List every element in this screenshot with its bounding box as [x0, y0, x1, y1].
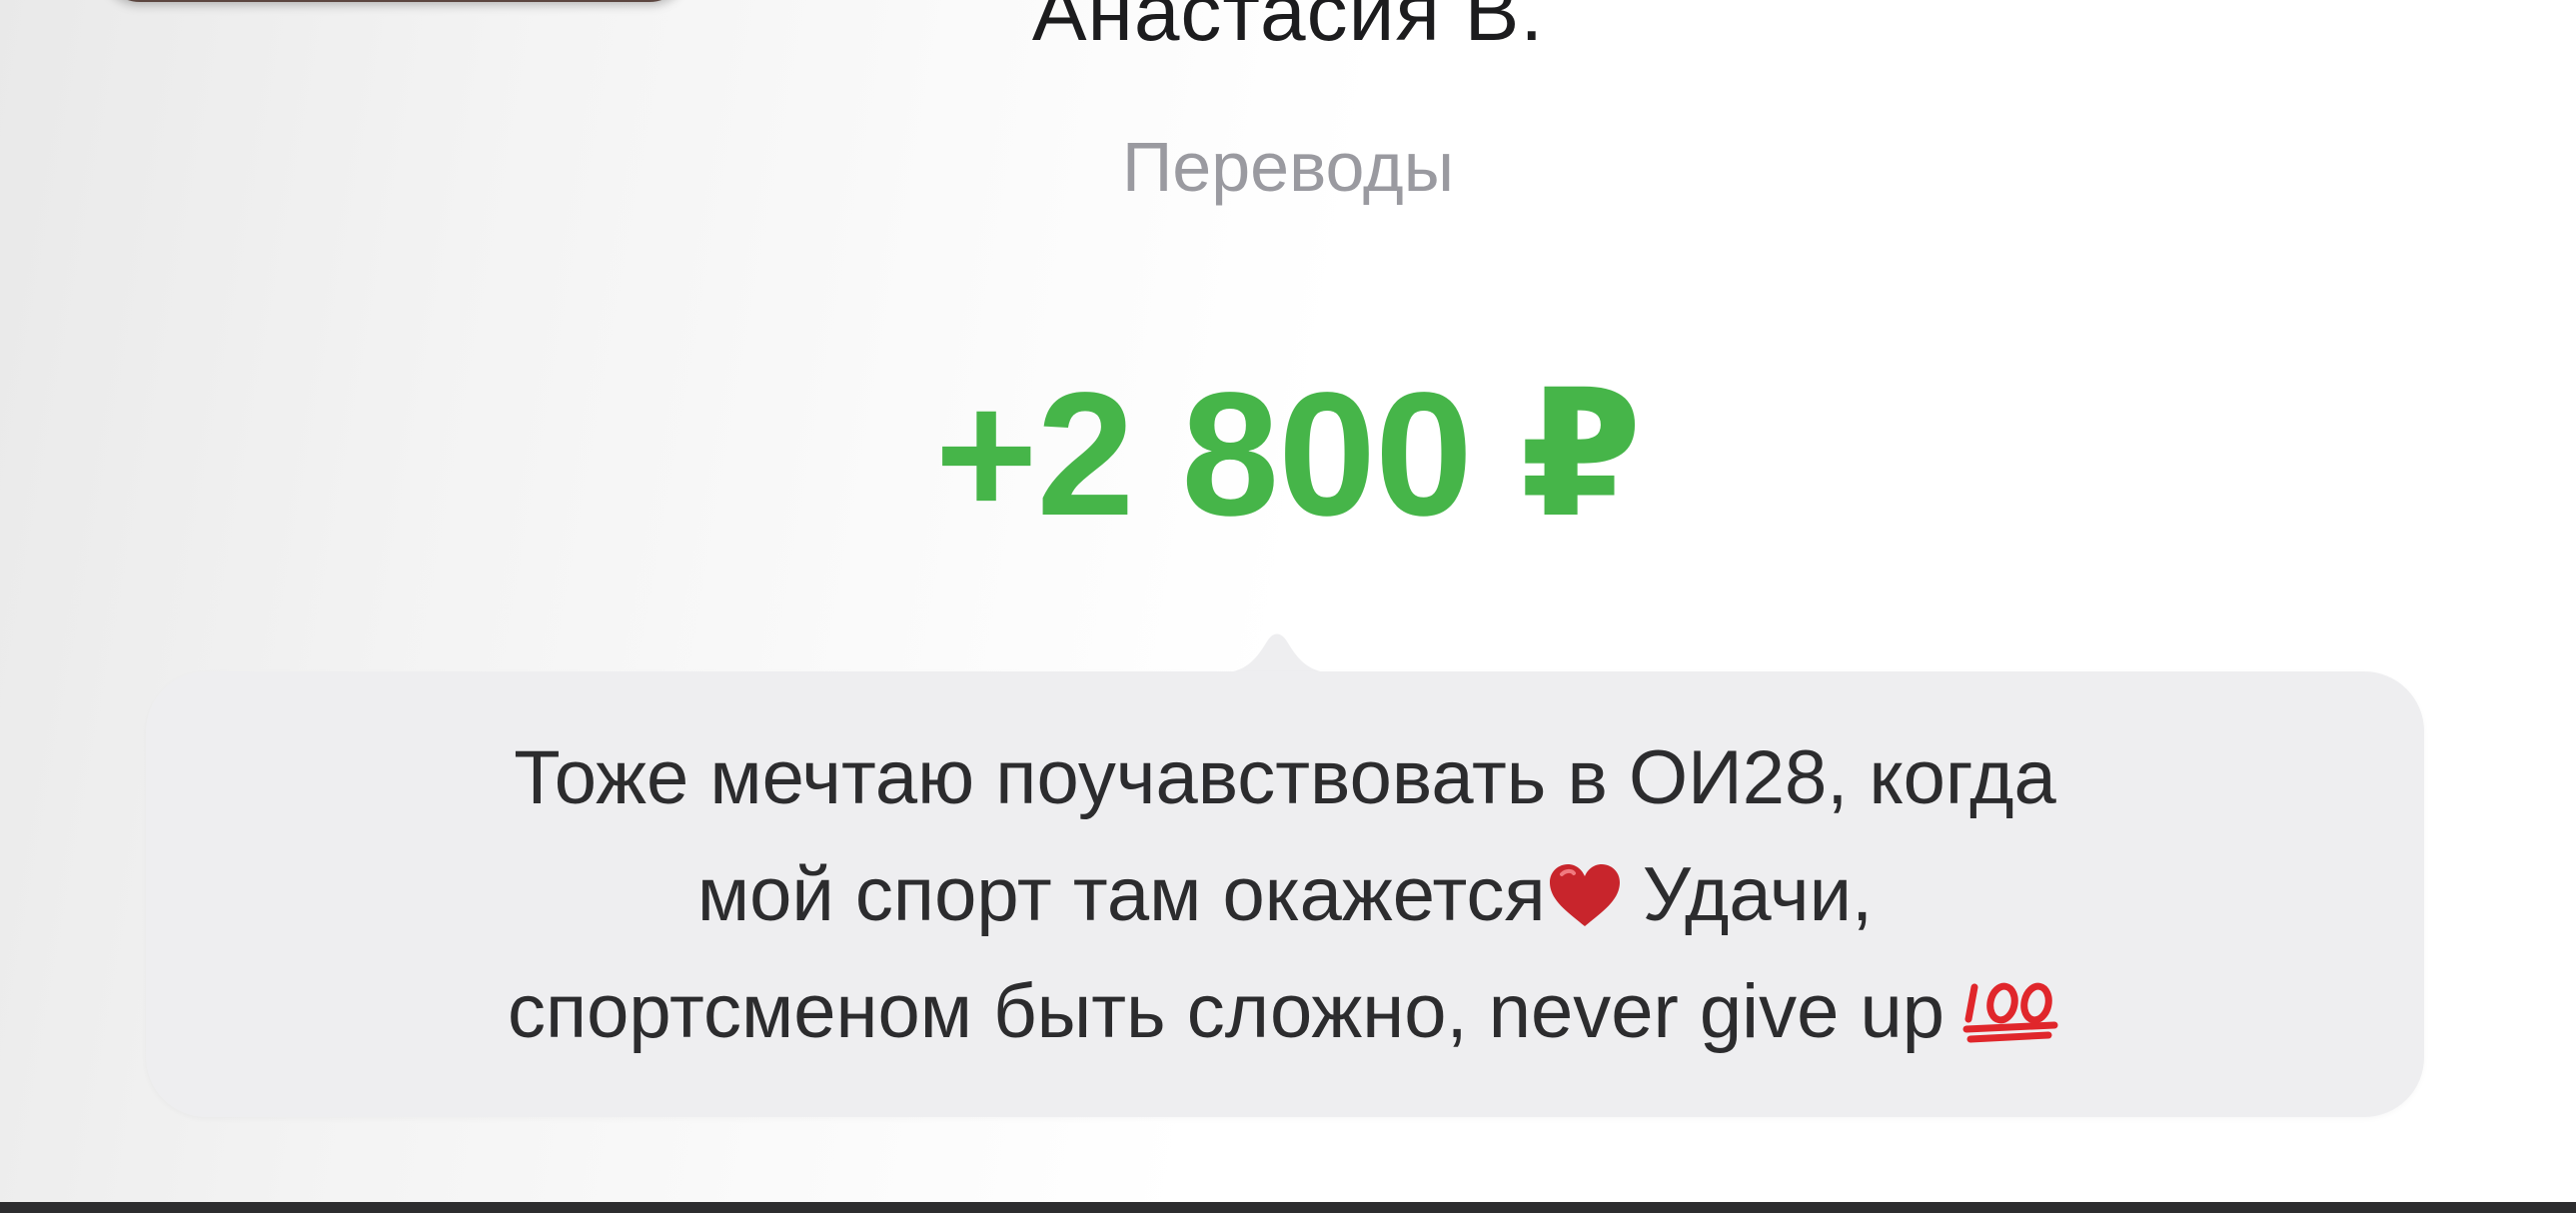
message-line-2: мой спорт там окажется Удачи,: [146, 836, 2424, 953]
message-line-3: спортсменом быть сложно, never give up: [146, 953, 2424, 1070]
message-bubble-tail: [1217, 611, 1337, 673]
message-line-3-text: спортсменом быть сложно, never give up: [508, 969, 1944, 1054]
transaction-category: Переводы: [1121, 128, 1455, 206]
message-line-1: Тоже мечтаю поучавствовать в ОИ28, когда: [514, 735, 2056, 820]
bottom-bar: [0, 1202, 2576, 1213]
transaction-amount: +2 800 ₽: [934, 357, 1643, 553]
message-text: Тоже мечтаю поучавствовать в ОИ28, когда…: [146, 719, 2424, 1070]
heart-icon: [1549, 864, 1620, 926]
transfer-details-screen: Анастасия В. Переводы +2 800 ₽ Тоже мечт…: [0, 0, 2576, 1213]
message-line-2-text: мой спорт там окажется: [696, 852, 1546, 937]
contact-name: Анастасия В.: [1031, 0, 1545, 58]
message-line-2-after: Удачи,: [1642, 852, 1874, 937]
hundred-points-icon: [1962, 982, 2058, 1043]
